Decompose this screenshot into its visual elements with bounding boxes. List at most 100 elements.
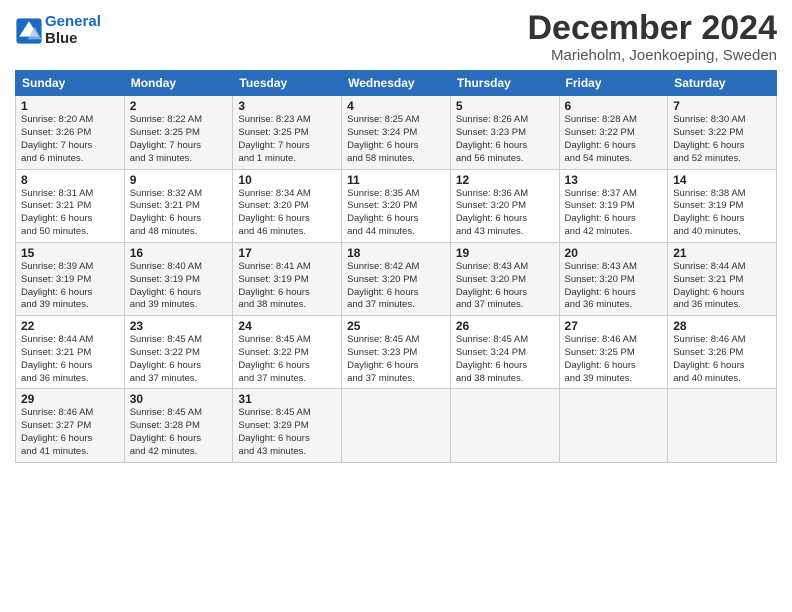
day-info: Sunrise: 8:43 AMSunset: 3:20 PMDaylight:… — [565, 261, 663, 312]
day-info: Sunrise: 8:45 AMSunset: 3:23 PMDaylight:… — [347, 334, 445, 385]
day-number: 18 — [347, 246, 445, 260]
calendar-day-cell: 2Sunrise: 8:22 AMSunset: 3:25 PMDaylight… — [124, 96, 233, 169]
calendar-day-cell: 27Sunrise: 8:46 AMSunset: 3:25 PMDayligh… — [559, 316, 668, 389]
calendar-week-row: 29Sunrise: 8:46 AMSunset: 3:27 PMDayligh… — [16, 389, 777, 462]
calendar-week-row: 1Sunrise: 8:20 AMSunset: 3:26 PMDaylight… — [16, 96, 777, 169]
day-info: Sunrise: 8:35 AMSunset: 3:20 PMDaylight:… — [347, 188, 445, 239]
day-number: 25 — [347, 319, 445, 333]
calendar-day-header: Tuesday — [233, 71, 342, 96]
calendar-day-cell: 4Sunrise: 8:25 AMSunset: 3:24 PMDaylight… — [342, 96, 451, 169]
calendar-day-cell: 26Sunrise: 8:45 AMSunset: 3:24 PMDayligh… — [450, 316, 559, 389]
day-number: 24 — [238, 319, 336, 333]
day-number: 11 — [347, 173, 445, 187]
logo: General Blue — [15, 14, 101, 47]
calendar-week-row: 8Sunrise: 8:31 AMSunset: 3:21 PMDaylight… — [16, 169, 777, 242]
day-number: 17 — [238, 246, 336, 260]
day-number: 19 — [456, 246, 554, 260]
day-info: Sunrise: 8:22 AMSunset: 3:25 PMDaylight:… — [130, 114, 228, 165]
day-info: Sunrise: 8:45 AMSunset: 3:28 PMDaylight:… — [130, 407, 228, 458]
calendar-day-cell: 5Sunrise: 8:26 AMSunset: 3:23 PMDaylight… — [450, 96, 559, 169]
logo-line2: Blue — [45, 31, 101, 48]
day-number: 2 — [130, 99, 228, 113]
day-number: 13 — [565, 173, 663, 187]
day-number: 27 — [565, 319, 663, 333]
day-info: Sunrise: 8:45 AMSunset: 3:22 PMDaylight:… — [238, 334, 336, 385]
day-number: 29 — [21, 392, 119, 406]
calendar-day-header: Saturday — [668, 71, 777, 96]
logo-icon — [15, 17, 43, 45]
page-subtitle: Marieholm, Joenkoeping, Sweden — [527, 47, 777, 64]
day-number: 31 — [238, 392, 336, 406]
calendar-day-cell: 15Sunrise: 8:39 AMSunset: 3:19 PMDayligh… — [16, 242, 125, 315]
calendar-day-cell: 1Sunrise: 8:20 AMSunset: 3:26 PMDaylight… — [16, 96, 125, 169]
calendar-day-cell: 20Sunrise: 8:43 AMSunset: 3:20 PMDayligh… — [559, 242, 668, 315]
day-info: Sunrise: 8:32 AMSunset: 3:21 PMDaylight:… — [130, 188, 228, 239]
calendar-day-cell: 10Sunrise: 8:34 AMSunset: 3:20 PMDayligh… — [233, 169, 342, 242]
day-number: 10 — [238, 173, 336, 187]
day-info: Sunrise: 8:43 AMSunset: 3:20 PMDaylight:… — [456, 261, 554, 312]
calendar-day-cell — [559, 389, 668, 462]
day-info: Sunrise: 8:46 AMSunset: 3:26 PMDaylight:… — [673, 334, 771, 385]
calendar-day-cell: 3Sunrise: 8:23 AMSunset: 3:25 PMDaylight… — [233, 96, 342, 169]
calendar-table: SundayMondayTuesdayWednesdayThursdayFrid… — [15, 70, 777, 462]
day-info: Sunrise: 8:46 AMSunset: 3:27 PMDaylight:… — [21, 407, 119, 458]
calendar-day-cell: 24Sunrise: 8:45 AMSunset: 3:22 PMDayligh… — [233, 316, 342, 389]
day-info: Sunrise: 8:40 AMSunset: 3:19 PMDaylight:… — [130, 261, 228, 312]
day-number: 8 — [21, 173, 119, 187]
calendar-day-cell: 22Sunrise: 8:44 AMSunset: 3:21 PMDayligh… — [16, 316, 125, 389]
page-title: December 2024 — [527, 10, 777, 47]
calendar-header-row: SundayMondayTuesdayWednesdayThursdayFrid… — [16, 71, 777, 96]
calendar-week-row: 15Sunrise: 8:39 AMSunset: 3:19 PMDayligh… — [16, 242, 777, 315]
day-info: Sunrise: 8:44 AMSunset: 3:21 PMDaylight:… — [673, 261, 771, 312]
day-info: Sunrise: 8:45 AMSunset: 3:29 PMDaylight:… — [238, 407, 336, 458]
calendar-day-cell — [342, 389, 451, 462]
calendar-day-cell: 13Sunrise: 8:37 AMSunset: 3:19 PMDayligh… — [559, 169, 668, 242]
calendar-day-cell — [668, 389, 777, 462]
day-number: 6 — [565, 99, 663, 113]
day-number: 3 — [238, 99, 336, 113]
day-number: 12 — [456, 173, 554, 187]
title-area: December 2024 Marieholm, Joenkoeping, Sw… — [527, 10, 777, 64]
calendar-day-header: Wednesday — [342, 71, 451, 96]
logo-line1: General — [45, 14, 101, 31]
day-info: Sunrise: 8:31 AMSunset: 3:21 PMDaylight:… — [21, 188, 119, 239]
calendar-week-row: 22Sunrise: 8:44 AMSunset: 3:21 PMDayligh… — [16, 316, 777, 389]
day-number: 14 — [673, 173, 771, 187]
day-number: 21 — [673, 246, 771, 260]
calendar-day-cell: 29Sunrise: 8:46 AMSunset: 3:27 PMDayligh… — [16, 389, 125, 462]
calendar-day-cell — [450, 389, 559, 462]
day-info: Sunrise: 8:44 AMSunset: 3:21 PMDaylight:… — [21, 334, 119, 385]
day-number: 26 — [456, 319, 554, 333]
calendar-day-cell: 16Sunrise: 8:40 AMSunset: 3:19 PMDayligh… — [124, 242, 233, 315]
calendar-day-cell: 6Sunrise: 8:28 AMSunset: 3:22 PMDaylight… — [559, 96, 668, 169]
calendar-day-cell: 25Sunrise: 8:45 AMSunset: 3:23 PMDayligh… — [342, 316, 451, 389]
calendar-day-cell: 18Sunrise: 8:42 AMSunset: 3:20 PMDayligh… — [342, 242, 451, 315]
day-number: 16 — [130, 246, 228, 260]
day-info: Sunrise: 8:46 AMSunset: 3:25 PMDaylight:… — [565, 334, 663, 385]
calendar-day-cell: 17Sunrise: 8:41 AMSunset: 3:19 PMDayligh… — [233, 242, 342, 315]
day-number: 7 — [673, 99, 771, 113]
day-number: 4 — [347, 99, 445, 113]
day-number: 28 — [673, 319, 771, 333]
calendar-day-cell: 9Sunrise: 8:32 AMSunset: 3:21 PMDaylight… — [124, 169, 233, 242]
day-info: Sunrise: 8:34 AMSunset: 3:20 PMDaylight:… — [238, 188, 336, 239]
calendar-day-cell: 31Sunrise: 8:45 AMSunset: 3:29 PMDayligh… — [233, 389, 342, 462]
day-info: Sunrise: 8:30 AMSunset: 3:22 PMDaylight:… — [673, 114, 771, 165]
calendar-day-cell: 11Sunrise: 8:35 AMSunset: 3:20 PMDayligh… — [342, 169, 451, 242]
day-info: Sunrise: 8:25 AMSunset: 3:24 PMDaylight:… — [347, 114, 445, 165]
page: General Blue December 2024 Marieholm, Jo… — [0, 0, 792, 612]
calendar-day-cell: 23Sunrise: 8:45 AMSunset: 3:22 PMDayligh… — [124, 316, 233, 389]
calendar-day-header: Friday — [559, 71, 668, 96]
calendar-day-header: Monday — [124, 71, 233, 96]
calendar-day-cell: 30Sunrise: 8:45 AMSunset: 3:28 PMDayligh… — [124, 389, 233, 462]
day-number: 15 — [21, 246, 119, 260]
calendar-day-cell: 8Sunrise: 8:31 AMSunset: 3:21 PMDaylight… — [16, 169, 125, 242]
calendar-day-cell: 28Sunrise: 8:46 AMSunset: 3:26 PMDayligh… — [668, 316, 777, 389]
day-number: 20 — [565, 246, 663, 260]
calendar-day-cell: 14Sunrise: 8:38 AMSunset: 3:19 PMDayligh… — [668, 169, 777, 242]
day-info: Sunrise: 8:45 AMSunset: 3:22 PMDaylight:… — [130, 334, 228, 385]
calendar-day-cell: 19Sunrise: 8:43 AMSunset: 3:20 PMDayligh… — [450, 242, 559, 315]
day-info: Sunrise: 8:45 AMSunset: 3:24 PMDaylight:… — [456, 334, 554, 385]
day-info: Sunrise: 8:23 AMSunset: 3:25 PMDaylight:… — [238, 114, 336, 165]
calendar-day-cell: 7Sunrise: 8:30 AMSunset: 3:22 PMDaylight… — [668, 96, 777, 169]
